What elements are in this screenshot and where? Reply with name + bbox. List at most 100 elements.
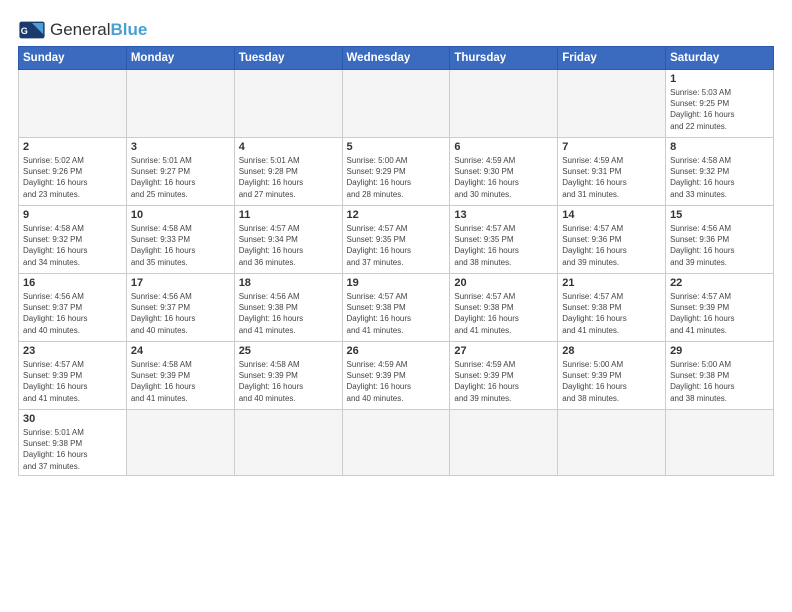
day-number: 29 — [670, 345, 769, 357]
header-day-thursday: Thursday — [450, 47, 558, 70]
day-cell: 8 Sunrise: 4:58 AM Sunset: 9:32 PM Daylig… — [666, 138, 774, 206]
day-cell: 15 Sunrise: 4:56 AM Sunset: 9:36 PM Dayli… — [666, 206, 774, 274]
day-info: Sunrise: 4:56 AM Sunset: 9:37 PM Dayligh… — [23, 291, 122, 336]
day-cell: 16 Sunrise: 4:56 AM Sunset: 9:37 PM Dayli… — [19, 274, 127, 342]
header-day-monday: Monday — [126, 47, 234, 70]
day-cell: 11Sunrise: 4:57 AM Sunset: 9:34 PM Dayli… — [234, 206, 342, 274]
day-info: Sunrise: 5:01 AM Sunset: 9:28 PM Dayligh… — [239, 155, 338, 200]
day-info: Sunrise: 4:57 AM Sunset: 9:39 PM Dayligh… — [670, 291, 769, 336]
day-number: 8 — [670, 141, 769, 153]
week-row-0: 1 Sunrise: 5:03 AM Sunset: 9:25 PM Daylig… — [19, 70, 774, 138]
day-info: Sunrise: 4:58 AM Sunset: 9:39 PM Dayligh… — [239, 359, 338, 404]
week-row-2: 9Sunrise: 4:58 AM Sunset: 9:32 PM Daylig… — [19, 206, 774, 274]
day-number: 19 — [347, 277, 446, 289]
day-cell: 1 Sunrise: 5:03 AM Sunset: 9:25 PM Daylig… — [666, 70, 774, 138]
day-info: Sunrise: 4:59 AM Sunset: 9:39 PM Dayligh… — [347, 359, 446, 404]
day-number: 2 — [23, 141, 122, 153]
day-info: Sunrise: 4:57 AM Sunset: 9:38 PM Dayligh… — [562, 291, 661, 336]
day-info: Sunrise: 4:58 AM Sunset: 9:39 PM Dayligh… — [131, 359, 230, 404]
day-cell — [234, 70, 342, 138]
day-number: 13 — [454, 209, 553, 221]
day-number: 1 — [670, 73, 769, 85]
header-day-saturday: Saturday — [666, 47, 774, 70]
day-info: Sunrise: 4:59 AM Sunset: 9:31 PM Dayligh… — [562, 155, 661, 200]
day-number: 18 — [239, 277, 338, 289]
day-info: Sunrise: 5:03 AM Sunset: 9:25 PM Dayligh… — [670, 87, 769, 132]
day-cell — [558, 70, 666, 138]
day-number: 26 — [347, 345, 446, 357]
day-number: 23 — [23, 345, 122, 357]
day-cell: 28Sunrise: 5:00 AM Sunset: 9:39 PM Dayli… — [558, 342, 666, 410]
logo-general: General — [50, 20, 110, 39]
day-number: 11 — [239, 209, 338, 221]
day-info: Sunrise: 4:56 AM Sunset: 9:37 PM Dayligh… — [131, 291, 230, 336]
day-cell: 19 Sunrise: 4:57 AM Sunset: 9:38 PM Dayli… — [342, 274, 450, 342]
week-row-4: 23 Sunrise: 4:57 AM Sunset: 9:39 PM Dayli… — [19, 342, 774, 410]
day-cell: 24Sunrise: 4:58 AM Sunset: 9:39 PM Dayli… — [126, 342, 234, 410]
svg-text:G: G — [21, 26, 28, 36]
day-cell: 20 Sunrise: 4:57 AM Sunset: 9:38 PM Dayli… — [450, 274, 558, 342]
day-cell: 3Sunrise: 5:01 AM Sunset: 9:27 PM Daylig… — [126, 138, 234, 206]
day-cell — [342, 410, 450, 476]
day-cell: 13 Sunrise: 4:57 AM Sunset: 9:35 PM Dayli… — [450, 206, 558, 274]
day-info: Sunrise: 4:59 AM Sunset: 9:39 PM Dayligh… — [454, 359, 553, 404]
day-number: 10 — [131, 209, 230, 221]
day-info: Sunrise: 4:56 AM Sunset: 9:38 PM Dayligh… — [239, 291, 338, 336]
day-info: Sunrise: 4:57 AM Sunset: 9:36 PM Dayligh… — [562, 223, 661, 268]
header: G GeneralBlue — [18, 16, 774, 44]
day-info: Sunrise: 4:57 AM Sunset: 9:39 PM Dayligh… — [23, 359, 122, 404]
day-info: Sunrise: 5:01 AM Sunset: 9:38 PM Dayligh… — [23, 427, 122, 472]
day-cell: 21 Sunrise: 4:57 AM Sunset: 9:38 PM Dayli… — [558, 274, 666, 342]
day-number: 14 — [562, 209, 661, 221]
day-number: 12 — [347, 209, 446, 221]
week-row-1: 2 Sunrise: 5:02 AM Sunset: 9:26 PM Daylig… — [19, 138, 774, 206]
day-cell: 30 Sunrise: 5:01 AM Sunset: 9:38 PM Dayli… — [19, 410, 127, 476]
day-info: Sunrise: 4:57 AM Sunset: 9:38 PM Dayligh… — [454, 291, 553, 336]
day-info: Sunrise: 5:00 AM Sunset: 9:39 PM Dayligh… — [562, 359, 661, 404]
logo-area: G GeneralBlue — [18, 16, 147, 44]
day-info: Sunrise: 4:58 AM Sunset: 9:32 PM Dayligh… — [23, 223, 122, 268]
day-cell: 22 Sunrise: 4:57 AM Sunset: 9:39 PM Dayli… — [666, 274, 774, 342]
day-cell — [666, 410, 774, 476]
calendar-header: SundayMondayTuesdayWednesdayThursdayFrid… — [19, 47, 774, 70]
day-number: 20 — [454, 277, 553, 289]
day-cell: 10Sunrise: 4:58 AM Sunset: 9:33 PM Dayli… — [126, 206, 234, 274]
day-number: 25 — [239, 345, 338, 357]
day-cell: 14 Sunrise: 4:57 AM Sunset: 9:36 PM Dayli… — [558, 206, 666, 274]
day-info: Sunrise: 5:02 AM Sunset: 9:26 PM Dayligh… — [23, 155, 122, 200]
day-cell: 29 Sunrise: 5:00 AM Sunset: 9:38 PM Dayli… — [666, 342, 774, 410]
day-number: 5 — [347, 141, 446, 153]
day-number: 16 — [23, 277, 122, 289]
day-number: 27 — [454, 345, 553, 357]
header-day-tuesday: Tuesday — [234, 47, 342, 70]
day-cell: 4Sunrise: 5:01 AM Sunset: 9:28 PM Daylig… — [234, 138, 342, 206]
day-cell — [558, 410, 666, 476]
day-info: Sunrise: 4:58 AM Sunset: 9:32 PM Dayligh… — [670, 155, 769, 200]
logo-blue: Blue — [110, 20, 147, 39]
header-row: SundayMondayTuesdayWednesdayThursdayFrid… — [19, 47, 774, 70]
day-cell — [234, 410, 342, 476]
calendar-body: 1 Sunrise: 5:03 AM Sunset: 9:25 PM Daylig… — [19, 70, 774, 476]
day-cell: 26 Sunrise: 4:59 AM Sunset: 9:39 PM Dayli… — [342, 342, 450, 410]
day-number: 22 — [670, 277, 769, 289]
day-number: 6 — [454, 141, 553, 153]
day-info: Sunrise: 4:57 AM Sunset: 9:38 PM Dayligh… — [347, 291, 446, 336]
calendar-table: SundayMondayTuesdayWednesdayThursdayFrid… — [18, 46, 774, 476]
logo-text: GeneralBlue — [50, 20, 147, 40]
day-info: Sunrise: 5:00 AM Sunset: 9:38 PM Dayligh… — [670, 359, 769, 404]
day-cell: 2 Sunrise: 5:02 AM Sunset: 9:26 PM Daylig… — [19, 138, 127, 206]
week-row-5: 30 Sunrise: 5:01 AM Sunset: 9:38 PM Dayli… — [19, 410, 774, 476]
day-cell: 6Sunrise: 4:59 AM Sunset: 9:30 PM Daylig… — [450, 138, 558, 206]
page: G GeneralBlue SundayMondayTuesdayWednesd… — [0, 0, 792, 486]
day-cell — [450, 410, 558, 476]
day-number: 30 — [23, 413, 122, 425]
day-info: Sunrise: 4:57 AM Sunset: 9:35 PM Dayligh… — [347, 223, 446, 268]
day-number: 15 — [670, 209, 769, 221]
day-number: 21 — [562, 277, 661, 289]
week-row-3: 16 Sunrise: 4:56 AM Sunset: 9:37 PM Dayli… — [19, 274, 774, 342]
day-info: Sunrise: 4:57 AM Sunset: 9:35 PM Dayligh… — [454, 223, 553, 268]
day-info: Sunrise: 4:56 AM Sunset: 9:36 PM Dayligh… — [670, 223, 769, 268]
day-cell: 7 Sunrise: 4:59 AM Sunset: 9:31 PM Daylig… — [558, 138, 666, 206]
day-number: 7 — [562, 141, 661, 153]
day-number: 17 — [131, 277, 230, 289]
